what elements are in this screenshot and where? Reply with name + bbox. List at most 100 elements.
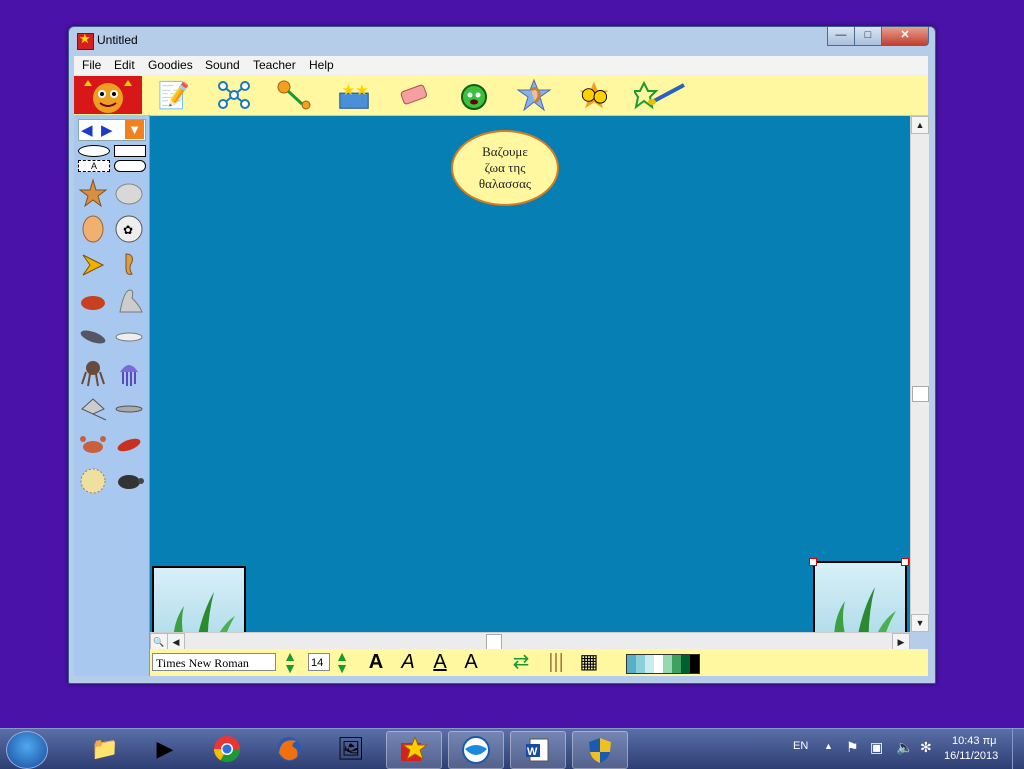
selection-handle[interactable] (901, 558, 909, 566)
word-icon[interactable]: W (510, 731, 566, 769)
topic-bubble[interactable]: Βαζουμε ζωα της θαλασσας (451, 130, 559, 206)
volume-icon[interactable]: 🔈 (896, 739, 913, 756)
crab-icon[interactable] (77, 429, 109, 461)
minimize-button[interactable]: — (827, 27, 855, 46)
hermit-crab-icon[interactable] (77, 285, 109, 317)
eraser-icon[interactable] (396, 78, 432, 112)
oval-shape-tool[interactable] (78, 145, 110, 157)
network-icon[interactable]: ▣ (870, 739, 883, 756)
window-title: Untitled (97, 33, 138, 47)
sync-icon[interactable]: ✻ (920, 739, 932, 756)
file-explorer-icon[interactable]: 📁 (78, 731, 132, 767)
text-shape-tool[interactable]: A (78, 160, 110, 172)
show-desktop-button[interactable] (1012, 729, 1024, 769)
seahorse-icon[interactable] (113, 249, 145, 281)
app-task-icon[interactable] (448, 731, 504, 769)
talking-face-icon[interactable] (456, 78, 492, 112)
show-hidden-icons-icon[interactable]: ▲ (824, 741, 833, 751)
back-arrow-icon[interactable]: ◀ (81, 121, 93, 139)
clock-date[interactable]: 16/11/2013 (944, 750, 998, 762)
link-arrow-icon[interactable] (276, 78, 312, 112)
menu-sound[interactable]: Sound (205, 58, 240, 72)
library-nav: ◀ ▶ ▼ (78, 119, 146, 141)
menu-goodies[interactable]: Goodies (148, 58, 193, 72)
conch-icon[interactable] (77, 213, 109, 245)
sand-dollar-icon[interactable]: ✿ (113, 213, 145, 245)
underline-icon[interactable]: A (429, 650, 451, 674)
app-window: Untitled — □ ✕ File Edit Goodies Sound T… (68, 26, 936, 684)
close-button[interactable]: ✕ (881, 27, 929, 46)
kidspiration-logo (74, 76, 142, 114)
media-player-icon[interactable]: ▶ (138, 731, 192, 767)
scroll-up-button[interactable]: ▲ (911, 116, 929, 134)
vertical-scrollbar[interactable]: ▲ ▼ (910, 116, 929, 632)
horizontal-scroll-thumb[interactable] (486, 634, 502, 650)
horizontal-scrollbar[interactable]: 🔍 ◀ ▶ (150, 632, 910, 651)
clam-icon[interactable] (113, 177, 145, 209)
menu-edit[interactable]: Edit (114, 58, 135, 72)
octopus-icon[interactable] (77, 357, 109, 389)
bubble-line: Βαζουμε (482, 144, 528, 159)
pencil-paper-icon[interactable]: 📝 (156, 78, 192, 112)
bold-icon[interactable]: A (365, 650, 387, 674)
language-indicator[interactable]: EN (793, 740, 808, 752)
action-center-flag-icon[interactable]: ⚑ (846, 739, 859, 756)
menu-help[interactable]: Help (309, 58, 334, 72)
whale-icon[interactable] (113, 321, 145, 353)
stars-box-icon[interactable]: ★★ (336, 78, 372, 112)
turtle-icon[interactable] (113, 465, 145, 497)
firefox-icon[interactable] (262, 731, 316, 767)
angelfish-icon[interactable] (77, 249, 109, 281)
vertical-scroll-thumb[interactable] (912, 386, 929, 402)
security-shield-icon[interactable] (572, 731, 628, 769)
color-palette[interactable] (626, 654, 700, 674)
menu-file[interactable]: File (82, 58, 101, 72)
maximize-button[interactable]: □ (854, 27, 882, 46)
main-toolbar: 📝 ★★ (74, 75, 928, 115)
seal-icon[interactable] (113, 285, 145, 317)
kidspiration-app-icon (77, 31, 94, 50)
rounded-rect-shape-tool[interactable] (114, 160, 146, 172)
jellyfish-icon[interactable] (113, 357, 145, 389)
ear-icon[interactable] (516, 78, 552, 112)
symbol-style-icon[interactable]: ▦ (576, 650, 602, 674)
rectangle-shape-tool[interactable] (114, 145, 146, 157)
shark-icon[interactable] (113, 393, 145, 425)
scroll-down-button[interactable]: ▼ (911, 614, 929, 632)
library-dropdown-icon[interactable]: ▼ (125, 120, 144, 139)
faces-icon[interactable] (576, 78, 612, 112)
forward-arrow-icon[interactable]: ▶ (101, 121, 113, 139)
photo-viewer-icon[interactable]: 🖼 (324, 731, 378, 767)
sea-urchin-icon[interactable] (77, 465, 109, 497)
svg-text:★★: ★★ (342, 82, 369, 99)
bubble-line: ζωα της (484, 160, 526, 175)
font-size-field[interactable]: 14 (308, 653, 330, 671)
menu-teacher[interactable]: Teacher (253, 58, 296, 72)
windows-taskbar: 📁 ▶ 🖼 W EN ▲ ⚑ ▣ 🔈 ✻ 10:43 πμ 16/11/2013 (0, 728, 1024, 769)
starfish-icon[interactable] (77, 177, 109, 209)
font-stepper-icon[interactable]: ▲ ▼ (280, 649, 300, 675)
title-bar[interactable]: Untitled — □ ✕ (69, 27, 935, 55)
text-style-icon[interactable]: A (460, 650, 482, 674)
svg-text:W: W (527, 746, 538, 758)
menu-bar: File Edit Goodies Sound Teacher Help (74, 56, 928, 76)
chrome-icon[interactable] (200, 731, 254, 767)
bubble-line: θαλασσας (478, 176, 532, 191)
formatting-toolbar: Times New Roman ▲ ▼ 14 ▲ ▼ A A A A ⇄ ||| ▦ (150, 649, 928, 676)
selection-handle[interactable] (809, 558, 817, 566)
diagram-icon[interactable] (216, 78, 252, 112)
kidspiration-task-icon[interactable] (386, 731, 442, 769)
paintbrush-icon[interactable] (634, 78, 690, 112)
svg-text:✿: ✿ (123, 223, 133, 237)
stingray-icon[interactable] (77, 393, 109, 425)
dolphin-icon[interactable] (77, 321, 109, 353)
size-stepper-icon[interactable]: ▲ ▼ (332, 649, 352, 675)
clock-time[interactable]: 10:43 πμ (952, 735, 997, 747)
lobster-icon[interactable] (113, 429, 145, 461)
symbol-library-panel: ◀ ▶ ▼ A ✿ (74, 115, 150, 676)
font-name-field[interactable]: Times New Roman (152, 653, 276, 671)
line-weight-icon[interactable]: ||| (546, 650, 566, 674)
start-button[interactable] (6, 731, 48, 769)
link-style-icon[interactable]: ⇄ (508, 650, 534, 674)
italic-icon[interactable]: A (397, 650, 419, 674)
